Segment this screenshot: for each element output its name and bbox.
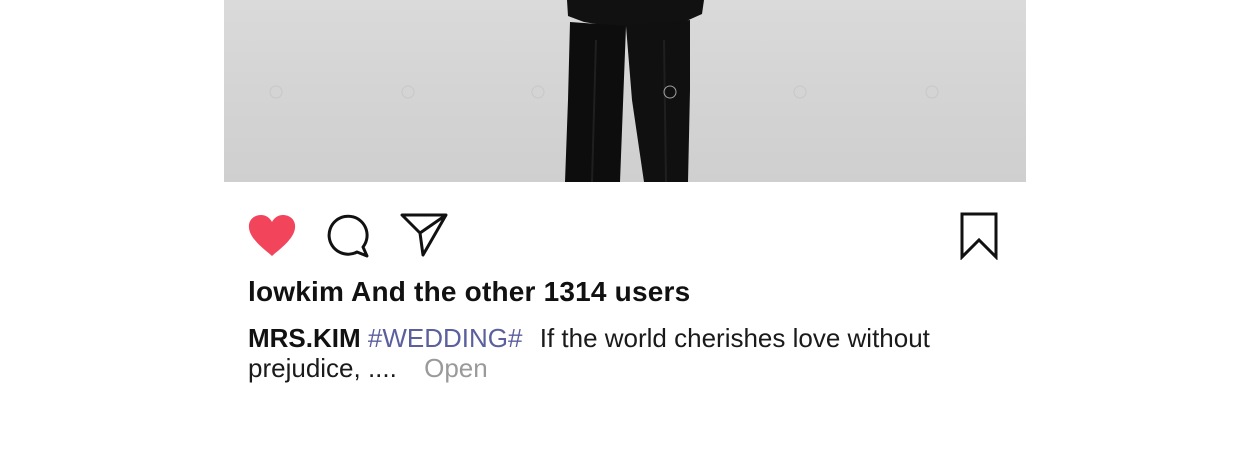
post-action-bar [248,212,1000,260]
caption-username[interactable]: MRS.KIM [248,323,361,353]
bookmark-icon[interactable] [960,212,998,260]
caption-hashtag[interactable]: #WEDDING# [368,323,523,353]
likes-summary[interactable]: lowkim And the other 1314 users [248,276,690,308]
caption-text-line-1: If the world cherishes love without [539,323,930,353]
caption-line-1: MRS.KIM #WEDDING# If the world cherishes… [248,323,968,353]
post-photo[interactable] [224,0,1026,182]
caption-open-link[interactable]: Open [424,353,488,383]
paper-plane-icon[interactable] [400,212,448,258]
suit-figure [269,0,939,182]
caption-line-2: prejudice, .... Open [248,353,968,383]
post-caption: MRS.KIM #WEDDING# If the world cherishes… [248,323,968,383]
comment-bubble-icon[interactable] [326,214,370,258]
caption-text-line-2: prejudice, .... [248,353,397,383]
heart-icon[interactable] [248,214,296,258]
